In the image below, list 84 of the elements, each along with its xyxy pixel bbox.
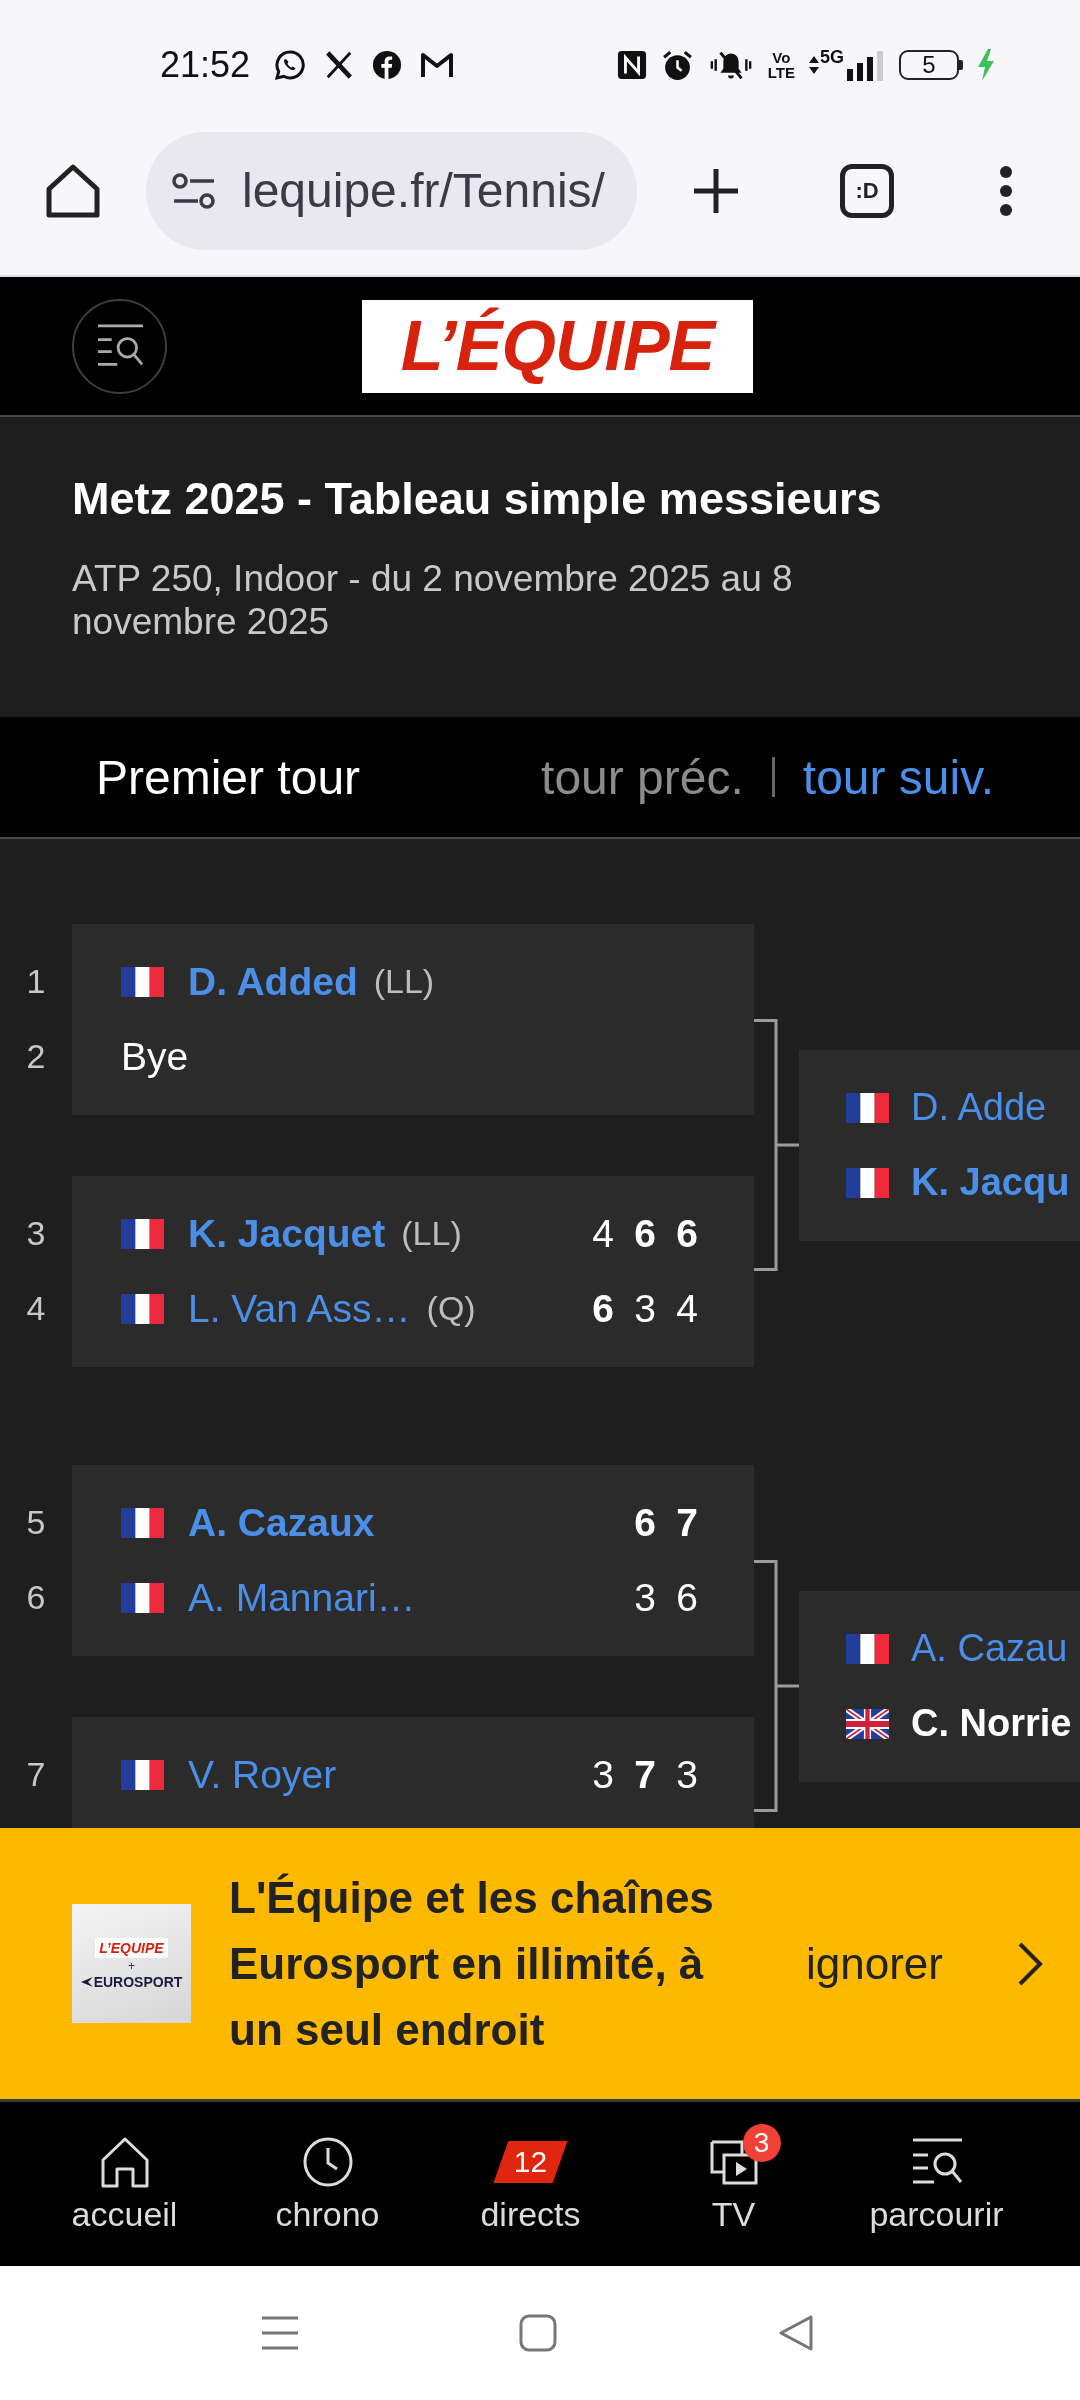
draw-position: 1 — [25, 961, 47, 1002]
new-tab-button[interactable] — [692, 166, 740, 215]
menu-icon — [261, 2316, 299, 2350]
home-button[interactable] — [45, 162, 101, 219]
dismiss-button[interactable]: ignorer — [806, 1938, 943, 1989]
set-score: 6 — [675, 1575, 699, 1620]
player-name[interactable]: V. Royer — [188, 1752, 337, 1797]
home-icon — [99, 2136, 150, 2188]
set-score: 6 — [591, 1286, 615, 1331]
tournament-subtitle: ATP 250, Indoor - du 2 novembre 2025 au 8 novembre 2025 — [72, 557, 794, 643]
player-name: Bye — [121, 1034, 189, 1079]
set-score: 3 — [591, 1752, 615, 1797]
promo-text: L'Équipe et les chaînes Eurosport en illimité, à un seul endroit — [229, 1871, 715, 2056]
player-name[interactable]: L. Van Ass… — [188, 1286, 411, 1331]
arrow-mark-icon — [80, 1976, 93, 1987]
set-score: 6 — [675, 1211, 699, 1256]
url-text: lequipe.fr/Tennis/ — [242, 163, 605, 218]
data-arrows-icon — [809, 56, 819, 74]
set-score: 6 — [633, 1500, 657, 1545]
draw-position: 6 — [25, 1577, 47, 1618]
alarm-icon — [660, 48, 694, 82]
nav-tab[interactable]: 12 directs — [429, 2102, 632, 2266]
phone-bubble-icon — [274, 49, 307, 81]
battery-indicator: 5 — [899, 50, 963, 80]
player-status-tag: (LL) — [373, 962, 435, 1001]
set-score: 7 — [675, 1500, 699, 1545]
nfc-icon — [616, 50, 647, 80]
bolt-icon — [977, 49, 995, 81]
plus-icon — [692, 166, 740, 215]
nav-tab[interactable]: chrono — [226, 2102, 429, 2266]
logo-plus: + — [128, 1959, 135, 1972]
x-icon — [324, 50, 355, 80]
nav-tab[interactable]: parcourir — [835, 2102, 1038, 2266]
more-vertical-icon — [999, 164, 1013, 217]
more-button[interactable] — [999, 164, 1013, 217]
player-status-tag: (Q) — [426, 1289, 476, 1328]
set-score: 4 — [675, 1286, 699, 1331]
live-count-badge: 12 — [493, 2141, 568, 2183]
f-circle-icon — [372, 50, 403, 80]
player-name[interactable]: A. Mannari… — [188, 1575, 416, 1620]
signal-icon — [845, 49, 885, 81]
player-status-tag: (LL) — [401, 1214, 462, 1253]
round-title: Premier tour — [96, 749, 361, 805]
network-type: 5G — [820, 47, 844, 68]
logo-text: EUROSPORT — [93, 1973, 183, 1990]
player-name[interactable]: K. Jacquet — [188, 1211, 386, 1256]
clock-icon — [301, 2136, 354, 2188]
tab-switcher-button[interactable]: :D — [840, 163, 894, 218]
chevron-right-icon[interactable] — [1017, 1940, 1043, 1987]
back-button[interactable] — [778, 2314, 814, 2352]
tournament-title: Metz 2025 - Tableau simple messieurs — [72, 473, 883, 525]
recents-button[interactable] — [261, 2316, 299, 2350]
set-score: 7 — [633, 1752, 657, 1797]
status-time: 21:52 — [160, 44, 251, 86]
set-score: 3 — [675, 1752, 699, 1797]
draw-position: 4 — [25, 1288, 47, 1329]
nav-tab[interactable]: accueil — [23, 2102, 226, 2266]
tune-icon — [172, 172, 216, 209]
player-name[interactable]: A. Cazaux — [188, 1500, 375, 1545]
address-bar[interactable]: lequipe.fr/Tennis/ — [146, 131, 637, 250]
set-score: 4 — [591, 1211, 615, 1256]
draw-position: 2 — [25, 1036, 47, 1077]
set-score: 3 — [633, 1286, 657, 1331]
player-name: C. Norrie — [911, 1702, 1072, 1745]
set-score: 3 — [633, 1575, 657, 1620]
site-logo[interactable]: L’ÉQUIPE — [362, 299, 753, 393]
volte-label: Vo LTE — [767, 50, 795, 80]
menu-search-button[interactable] — [72, 298, 167, 394]
set-score: 6 — [633, 1211, 657, 1256]
logo-text: L’EQUIPE — [95, 1937, 168, 1958]
nav-tab[interactable]: 3 TV — [632, 2102, 835, 2266]
draw-position: 3 — [25, 1213, 47, 1254]
home-icon — [45, 162, 101, 219]
draw-position: 7 — [25, 1754, 47, 1795]
player-name[interactable]: K. Jacqu — [911, 1161, 1070, 1204]
next-round-link[interactable]: tour suiv. — [802, 749, 994, 805]
player-name[interactable]: D. Adde — [911, 1086, 1047, 1129]
square-icon — [519, 2314, 557, 2352]
player-name[interactable]: A. Cazau — [911, 1627, 1068, 1670]
back-triangle-icon — [778, 2314, 814, 2352]
player-name[interactable]: D. Added — [188, 959, 358, 1004]
mail-m-icon — [420, 51, 455, 79]
notification-badge: 3 — [742, 2124, 781, 2162]
draw-position: 5 — [25, 1502, 47, 1543]
